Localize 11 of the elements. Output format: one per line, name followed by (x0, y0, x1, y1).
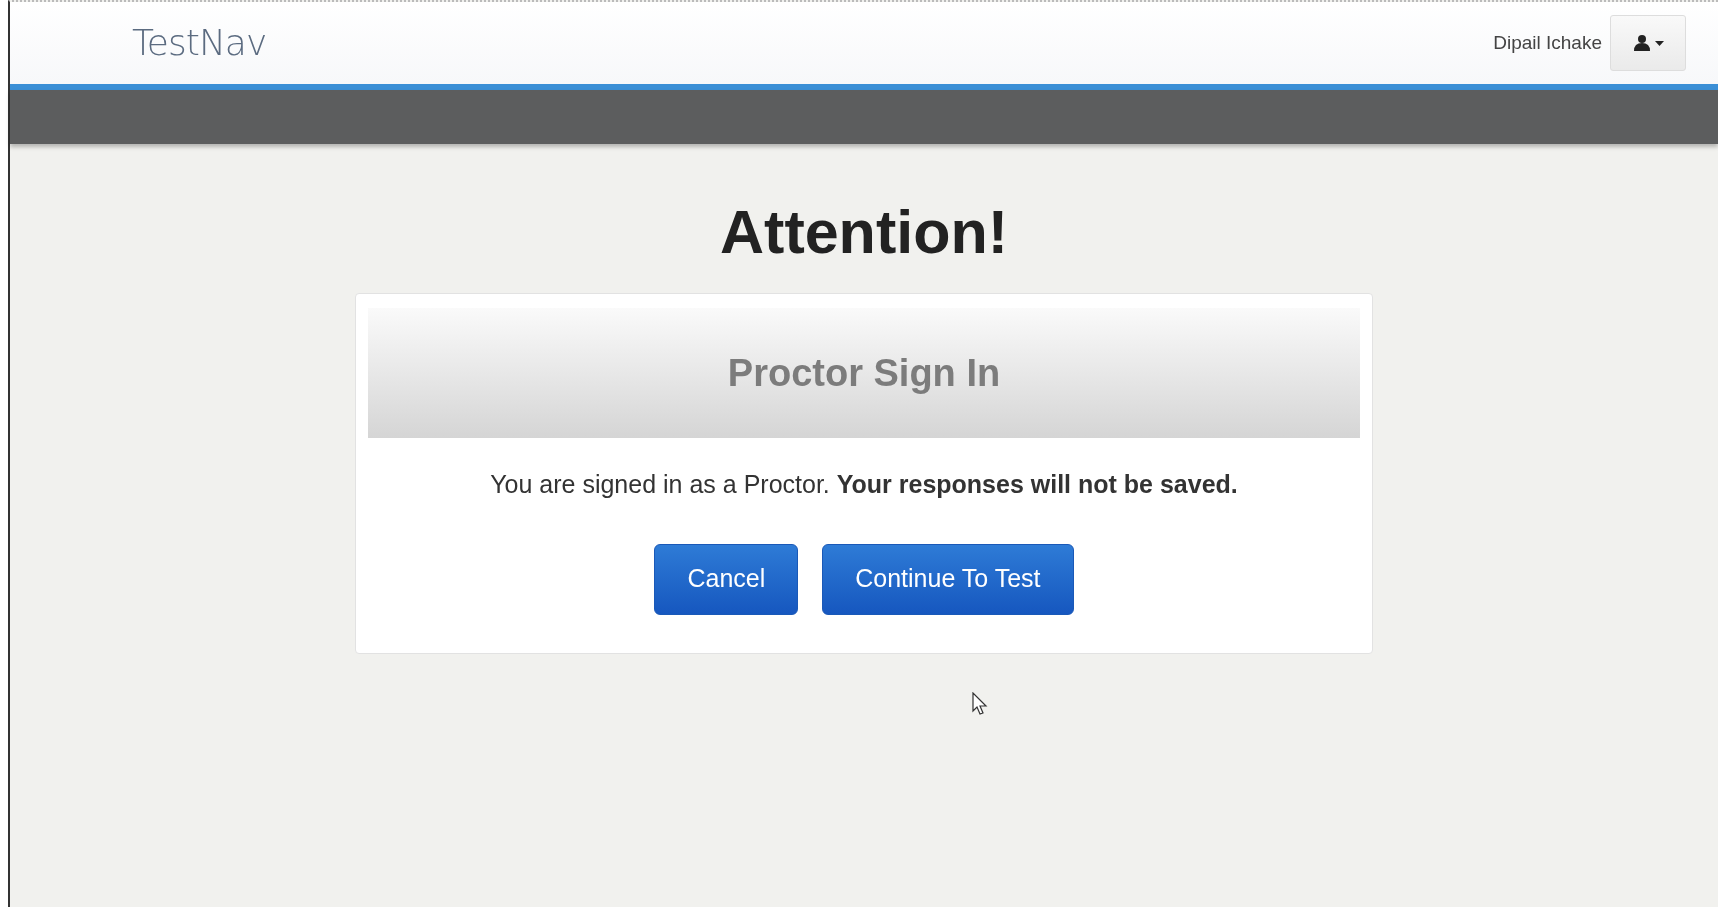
user-name: Dipail Ichake (1493, 30, 1602, 55)
brand-logo: TestNav (132, 21, 267, 65)
dialog-title: Proctor Sign In (368, 308, 1360, 439)
mouse-cursor-icon (972, 692, 988, 716)
cancel-button[interactable]: Cancel (654, 543, 799, 615)
user-menu-button[interactable] (1610, 15, 1686, 71)
page-heading: Attention! (719, 197, 1009, 268)
continue-button[interactable]: Continue To Test (822, 543, 1074, 615)
dialog-message: You are signed in as a Proctor. Your responses will not be saved. (489, 469, 1239, 501)
user-icon (1632, 34, 1651, 52)
caret-icon (1654, 40, 1664, 46)
